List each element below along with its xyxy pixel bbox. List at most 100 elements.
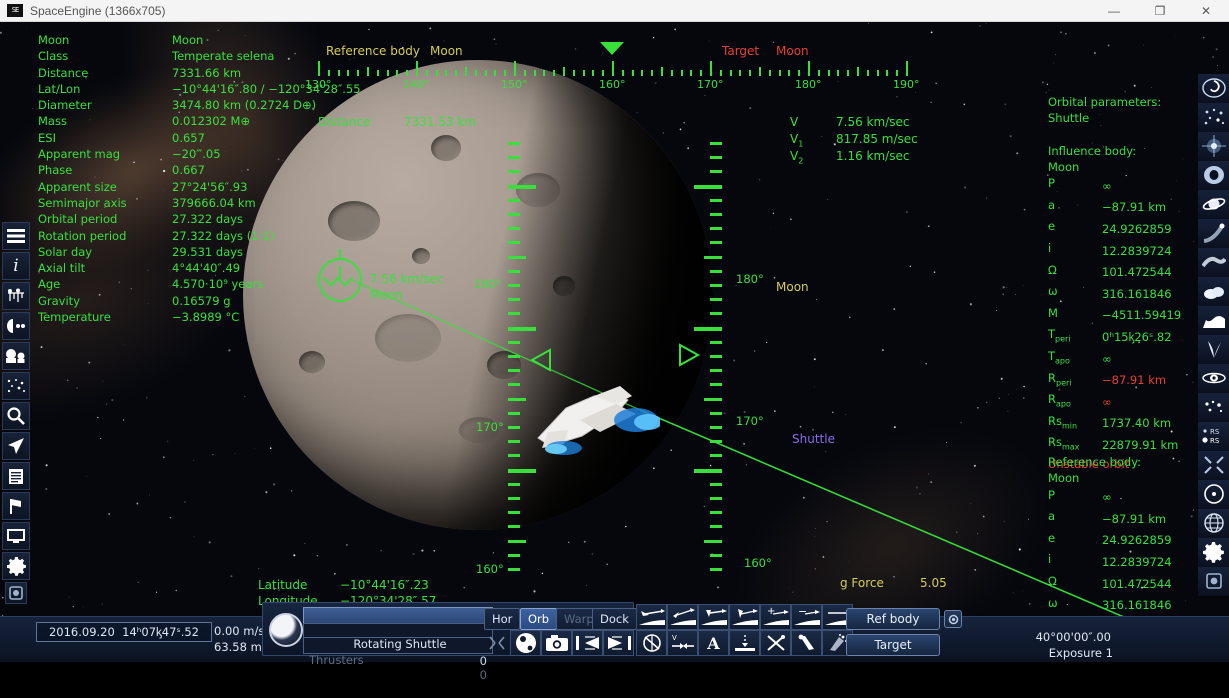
orbit-icon[interactable]: [2, 312, 30, 340]
takeoff-icon[interactable]: [636, 604, 667, 630]
compass-tick-minor: [475, 70, 477, 76]
hover-icon[interactable]: [698, 604, 729, 630]
display-icon[interactable]: [2, 522, 30, 550]
info-row: Age 4.570·10⁹ years: [38, 276, 361, 292]
compass-tick-major: [514, 61, 516, 76]
pitch-tick: [508, 369, 520, 372]
ascend-icon[interactable]: [667, 604, 698, 630]
menu-icon[interactable]: [2, 222, 30, 250]
starfield-icon[interactable]: [2, 372, 30, 400]
orbital-value: −87.91 km: [1102, 370, 1181, 392]
dock-icon[interactable]: [791, 630, 822, 656]
star-cluster-icon[interactable]: [1198, 103, 1229, 132]
compass-tick-minor: [641, 70, 643, 76]
close-button[interactable]: ✕: [1183, 0, 1229, 22]
pitch-tick: [508, 270, 520, 273]
influence-body-value: Moon: [1048, 159, 1181, 175]
screenshot-icon[interactable]: [5, 582, 27, 604]
collapse-icon[interactable]: [1198, 451, 1229, 480]
compass-tick-minor: [730, 70, 732, 76]
planetarium-icon[interactable]: [2, 282, 30, 310]
mode-button-hor[interactable]: Hor: [484, 608, 520, 630]
flight-icon-row[interactable]: + −: [636, 604, 853, 630]
aurora-icon[interactable]: [1198, 248, 1229, 277]
render-viewport[interactable]: Moon Moon Class Temperate selena Distance…: [0, 22, 1229, 662]
target-button[interactable]: Target: [846, 634, 940, 656]
decrease-altitude-icon[interactable]: −: [791, 604, 822, 630]
svg-text:V: V: [672, 634, 677, 642]
velocity-v-key: V: [790, 115, 798, 129]
navigation-icon[interactable]: [2, 432, 30, 460]
mode-button-dock[interactable]: Dock: [592, 608, 637, 630]
next-body-icon[interactable]: [603, 630, 634, 656]
view-icon-row[interactable]: [484, 630, 634, 656]
shuttle-vehicle: [520, 374, 660, 462]
prev-body-icon[interactable]: [572, 630, 603, 656]
asteroids-icon[interactable]: [1198, 393, 1229, 422]
nebula-icon[interactable]: [1198, 132, 1229, 161]
capture-icon[interactable]: [1198, 567, 1229, 596]
autopilot-icon[interactable]: A: [698, 630, 729, 656]
increase-altitude-icon[interactable]: +: [760, 604, 791, 630]
settings-icon[interactable]: [2, 552, 30, 580]
descend-icon[interactable]: [729, 604, 760, 630]
kill-rotation-icon[interactable]: [636, 630, 667, 656]
pitch-tick: [704, 256, 722, 259]
pitch-tick: [508, 440, 520, 443]
target-icon[interactable]: [1198, 480, 1229, 509]
camera-icon[interactable]: [541, 630, 572, 656]
gear-icon[interactable]: [1198, 538, 1229, 567]
match-velocity-icon[interactable]: V: [667, 630, 698, 656]
wave-icon[interactable]: [1198, 306, 1229, 335]
catalog-icon[interactable]: [2, 462, 30, 490]
compass-tick-minor: [338, 70, 340, 76]
comet-icon[interactable]: [1198, 219, 1229, 248]
orbital-value: 22879.91 km: [1102, 434, 1181, 456]
info-key: Solar day: [38, 244, 172, 260]
orbital-key: a: [1048, 197, 1102, 219]
orbital-row: Rsmax 22879.91 km: [1048, 434, 1181, 456]
landing-icon[interactable]: [729, 630, 760, 656]
collapse-panel-icon[interactable]: [484, 630, 510, 656]
pitch-tick: [508, 199, 520, 202]
compass-label: 130°: [305, 78, 332, 91]
left-toolbar[interactable]: i: [2, 222, 32, 606]
pitch-tick: [508, 497, 520, 500]
ref-body-button[interactable]: Ref body: [846, 608, 940, 630]
orbital-value: ∞: [1102, 175, 1181, 197]
search-icon[interactable]: [2, 402, 30, 430]
clouds-icon[interactable]: [1198, 277, 1229, 306]
velocity-v2-key: V2: [790, 149, 803, 165]
black-hole-icon[interactable]: [1198, 161, 1229, 190]
info-icon[interactable]: i: [2, 252, 30, 280]
maximize-button[interactable]: ❐: [1137, 0, 1183, 22]
geyser-icon[interactable]: [1198, 335, 1229, 364]
svg-text:RS: RS: [1210, 437, 1220, 445]
info-value: 27.322 days (1:1): [172, 228, 361, 244]
pitch-tick: [508, 554, 520, 557]
pitch-tick: [508, 312, 520, 315]
galaxy-icon[interactable]: [1198, 74, 1229, 103]
rs-labels-icon[interactable]: RS RS: [1198, 422, 1229, 451]
bookmark-icon[interactable]: [2, 492, 30, 520]
minimize-button[interactable]: —: [1091, 0, 1137, 22]
mode-button-orb[interactable]: Orb: [520, 608, 557, 630]
saturn-icon[interactable]: [1198, 364, 1229, 393]
kill-thrust-icon[interactable]: [760, 630, 791, 656]
compare-icon[interactable]: [2, 342, 30, 370]
planet-rings-icon[interactable]: [1198, 190, 1229, 219]
reference-row: a −87.91 km: [1048, 508, 1181, 530]
record-icon[interactable]: [944, 610, 962, 628]
control-icon-row[interactable]: V A: [636, 630, 853, 656]
compass-label: 150°: [501, 78, 528, 91]
main-engines-bar[interactable]: Main engines 99: [303, 607, 493, 624]
navball-icon[interactable]: [269, 613, 303, 647]
right-toolbar[interactable]: RS RS: [1198, 74, 1229, 596]
velocity-v2-value: 1.16 km/sec: [836, 149, 909, 163]
compass-tick-minor: [818, 70, 820, 76]
reference-value: ∞: [1102, 487, 1181, 509]
datetime-field[interactable]: 2016.09.20 14ʰ07ᶄ47ˢ.52: [36, 622, 212, 642]
grid-icon[interactable]: [1198, 509, 1229, 538]
compass-tick-minor: [671, 70, 673, 76]
planet-view-icon[interactable]: [510, 630, 541, 656]
